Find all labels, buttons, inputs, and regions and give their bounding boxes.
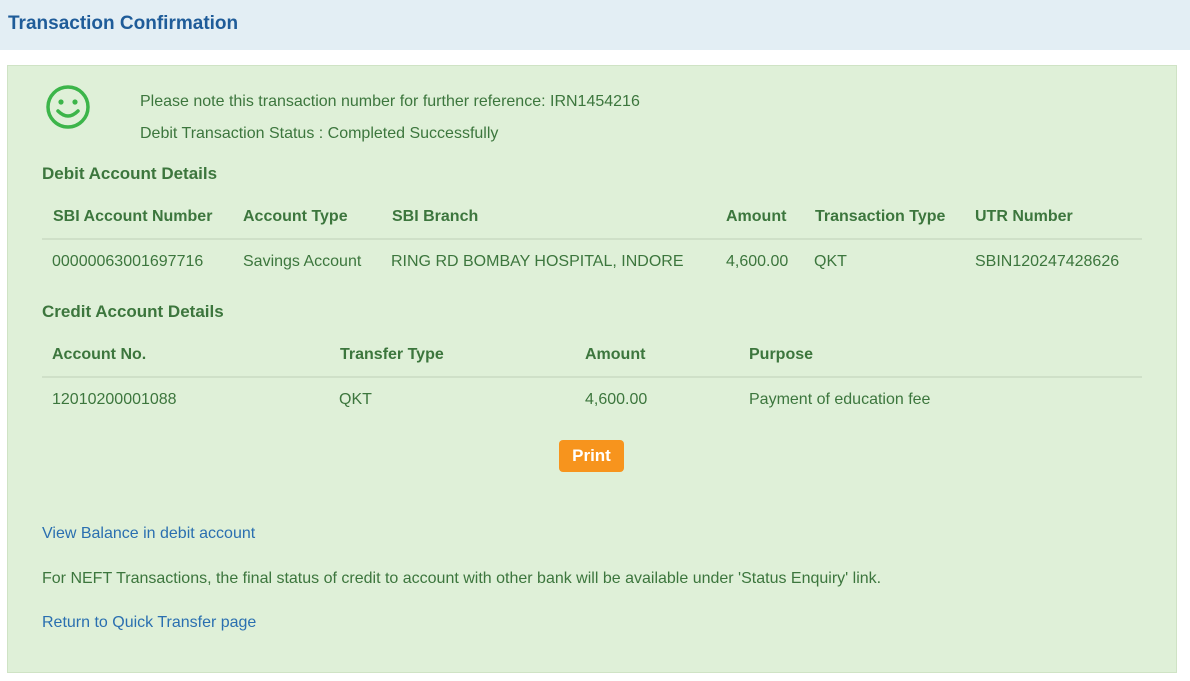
column-header: Amount — [726, 208, 787, 225]
print-button[interactable]: Print — [559, 440, 624, 472]
column-header: Purpose — [749, 346, 814, 363]
debit-account-number: 00000063001697716 — [52, 253, 204, 270]
column-header: SBI Account Number — [53, 208, 213, 225]
column-header: Transfer Type — [340, 346, 444, 363]
column-header: Account Type — [243, 208, 348, 225]
return-quick-transfer-link[interactable]: Return to Quick Transfer page — [42, 614, 256, 632]
page-title: Transaction Confirmation — [8, 13, 239, 34]
page-header: Transaction Confirmation — [0, 0, 1190, 50]
table-divider — [42, 238, 1142, 240]
credit-account-number: 12010200001088 — [52, 391, 177, 408]
confirmation-panel: Please note this transaction number for … — [7, 65, 1177, 673]
utr-number: SBIN120247428626 — [975, 253, 1120, 270]
view-balance-link[interactable]: View Balance in debit account — [42, 525, 255, 543]
column-header: SBI Branch — [392, 208, 479, 225]
purpose: Payment of education fee — [749, 391, 931, 408]
column-header: UTR Number — [975, 208, 1073, 225]
smiley-icon — [46, 85, 90, 129]
neft-info-text: For NEFT Transactions, the final status … — [42, 570, 882, 587]
column-header: Amount — [585, 346, 646, 363]
debit-amount: 4,600.00 — [726, 253, 789, 270]
credit-amount: 4,600.00 — [585, 391, 648, 408]
debit-section-title: Debit Account Details — [42, 164, 218, 183]
transfer-type: QKT — [339, 391, 372, 408]
debit-status-text: Debit Transaction Status : Completed Suc… — [140, 125, 499, 142]
table-divider — [42, 376, 1142, 378]
account-type: Savings Account — [243, 253, 362, 270]
column-header: Account No. — [52, 346, 147, 363]
credit-section-title: Credit Account Details — [42, 302, 224, 321]
transaction-type: QKT — [814, 253, 847, 270]
reference-note: Please note this transaction number for … — [140, 93, 640, 110]
sbi-branch: RING RD BOMBAY HOSPITAL, INDORE — [391, 253, 684, 270]
column-header: Transaction Type — [815, 208, 946, 225]
